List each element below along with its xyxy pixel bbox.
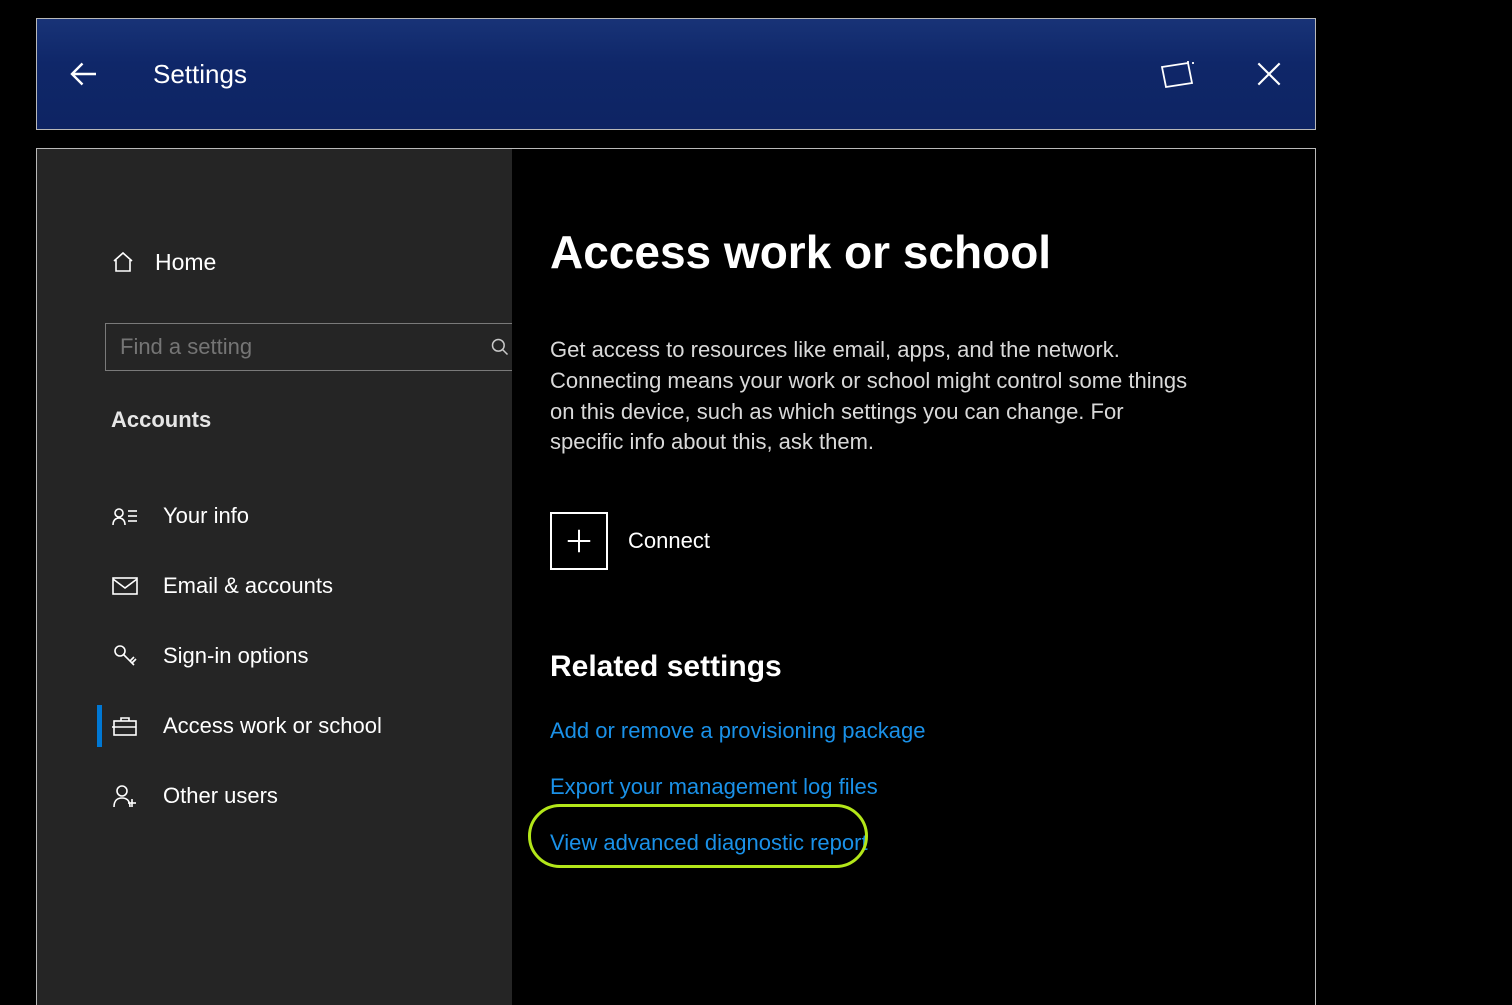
connect-add-button[interactable] [550,512,608,570]
close-button[interactable] [1243,48,1295,100]
link-provisioning-package[interactable]: Add or remove a provisioning package [550,718,925,744]
link-advanced-diagnostic[interactable]: View advanced diagnostic report [550,830,868,856]
sidebar-home-label: Home [155,249,216,276]
sidebar-item-your-info[interactable]: Your info [37,481,512,551]
back-button[interactable] [63,53,105,95]
page-description: Get access to resources like email, apps… [550,335,1200,458]
sidebar-section-label: Accounts [37,407,512,433]
sidebar-nav: Your info Email & accounts [37,481,512,831]
tablet-layout-button[interactable] [1151,48,1203,100]
sidebar-item-label: Access work or school [163,713,382,739]
settings-window: Home Accounts [36,148,1316,1005]
sidebar-item-label: Sign-in options [163,643,309,669]
sidebar-item-label: Other users [163,783,278,809]
person-plus-icon [111,783,139,809]
key-icon [111,643,139,669]
search-icon [490,337,510,357]
link-export-log-files[interactable]: Export your management log files [550,774,878,800]
sidebar-item-label: Email & accounts [163,573,333,599]
content-pane: Access work or school Get access to reso… [512,149,1315,1005]
search-input-wrap[interactable] [105,323,525,371]
sidebar-item-email-accounts[interactable]: Email & accounts [37,551,512,621]
connect-label[interactable]: Connect [628,528,710,554]
mail-icon [111,576,139,596]
sidebar-home[interactable]: Home [37,239,512,285]
sidebar-item-access-work-school[interactable]: Access work or school [37,691,512,761]
window-title: Settings [153,59,1111,90]
briefcase-icon [111,715,139,737]
page-heading: Access work or school [550,225,1255,279]
titlebar: Settings [36,18,1316,130]
sidebar-item-label: Your info [163,503,249,529]
sidebar-item-signin-options[interactable]: Sign-in options [37,621,512,691]
related-heading: Related settings [550,650,1255,684]
person-card-icon [111,505,139,527]
connect-row[interactable]: Connect [550,512,1255,570]
home-icon [111,250,137,274]
sidebar: Home Accounts [37,149,512,1005]
sidebar-item-other-users[interactable]: Other users [37,761,512,831]
search-input[interactable] [120,334,490,360]
